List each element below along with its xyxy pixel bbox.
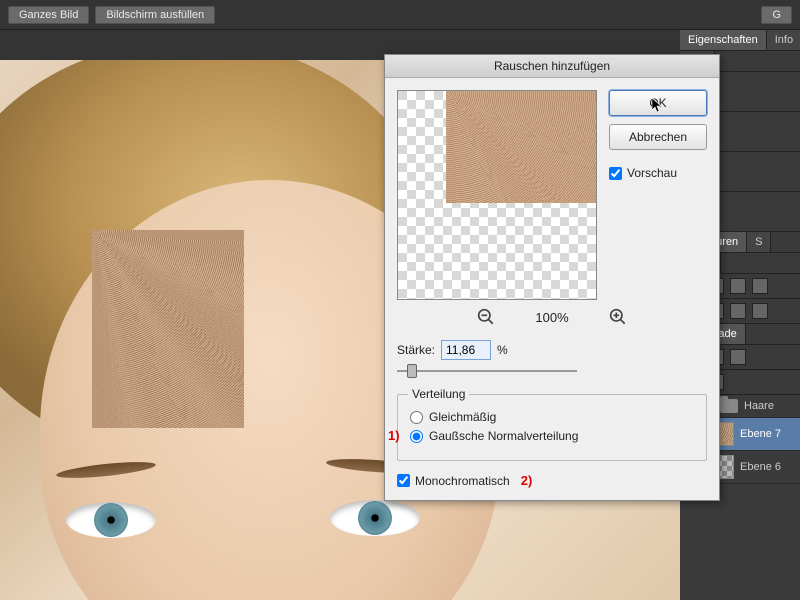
ok-button[interactable]: OK — [609, 90, 707, 116]
cancel-button[interactable]: Abbrechen — [609, 124, 707, 150]
amount-label: Stärke: — [397, 343, 435, 357]
amount-input[interactable] — [441, 340, 491, 360]
amount-row: Stärke: % — [397, 340, 707, 360]
preview-checkbox[interactable] — [609, 167, 622, 180]
amount-slider[interactable] — [397, 362, 577, 380]
radio-gaussian-label: Gaußsche Normalverteilung — [429, 429, 578, 443]
preview-noise-region — [446, 91, 596, 203]
zoom-out-icon[interactable] — [477, 308, 495, 326]
zoom-percent: 100% — [535, 310, 568, 325]
preview-area[interactable] — [397, 90, 597, 300]
annotation-1: 1) — [388, 428, 400, 443]
fill-screen-button[interactable]: Bildschirm ausfüllen — [95, 6, 215, 24]
radio-uniform-label: Gleichmäßig — [429, 410, 496, 424]
adjustment-icon[interactable] — [730, 303, 746, 319]
layer-label: Haare — [744, 400, 774, 412]
monochromatic-checkbox[interactable] — [397, 474, 410, 487]
layer-label: Ebene 7 — [740, 428, 781, 440]
preview-checkbox-row[interactable]: Vorschau — [609, 166, 707, 180]
monochromatic-label: Monochromatisch — [415, 474, 510, 488]
radio-uniform-row[interactable]: Gleichmäßig — [410, 410, 694, 424]
monochromatic-row[interactable]: Monochromatisch 2) — [397, 473, 707, 488]
radio-gaussian[interactable] — [410, 430, 423, 443]
tab-info[interactable]: Info — [767, 30, 800, 50]
layer-label: Ebene 6 — [740, 461, 781, 473]
adjustment-icon[interactable] — [752, 303, 768, 319]
radio-uniform[interactable] — [410, 411, 423, 424]
slider-thumb[interactable] — [407, 364, 417, 378]
radio-gaussian-row[interactable]: 1) Gaußsche Normalverteilung — [410, 429, 694, 443]
eye-right — [330, 500, 420, 536]
tab-styles-partial[interactable]: S — [747, 232, 771, 252]
adjustment-icon[interactable] — [752, 278, 768, 294]
zoom-in-icon[interactable] — [609, 308, 627, 326]
panel-tabs-properties: Eigenschaften Info — [680, 30, 800, 51]
adjustment-icon[interactable] — [730, 278, 746, 294]
noise-patch — [92, 230, 244, 428]
distribution-label: Verteilung — [408, 387, 469, 401]
distribution-group: Verteilung Gleichmäßig 1) Gaußsche Norma… — [397, 394, 707, 461]
annotation-2: 2) — [521, 473, 533, 488]
dialog-title: Rauschen hinzufügen — [385, 55, 719, 78]
folder-icon — [720, 399, 738, 413]
zoom-controls: 100% — [397, 308, 707, 326]
preview-checkbox-label: Vorschau — [627, 166, 677, 180]
fit-screen-button[interactable]: Ganzes Bild — [8, 6, 89, 24]
top-right-button[interactable]: G — [761, 6, 792, 24]
eye-left — [66, 502, 156, 538]
tab-properties[interactable]: Eigenschaften — [680, 30, 767, 50]
layer-tool-icon[interactable] — [730, 349, 746, 365]
options-bar: Ganzes Bild Bildschirm ausfüllen G — [0, 0, 800, 30]
amount-unit: % — [497, 343, 508, 357]
add-noise-dialog: Rauschen hinzufügen OK Abbrechen Vorscha… — [384, 54, 720, 501]
